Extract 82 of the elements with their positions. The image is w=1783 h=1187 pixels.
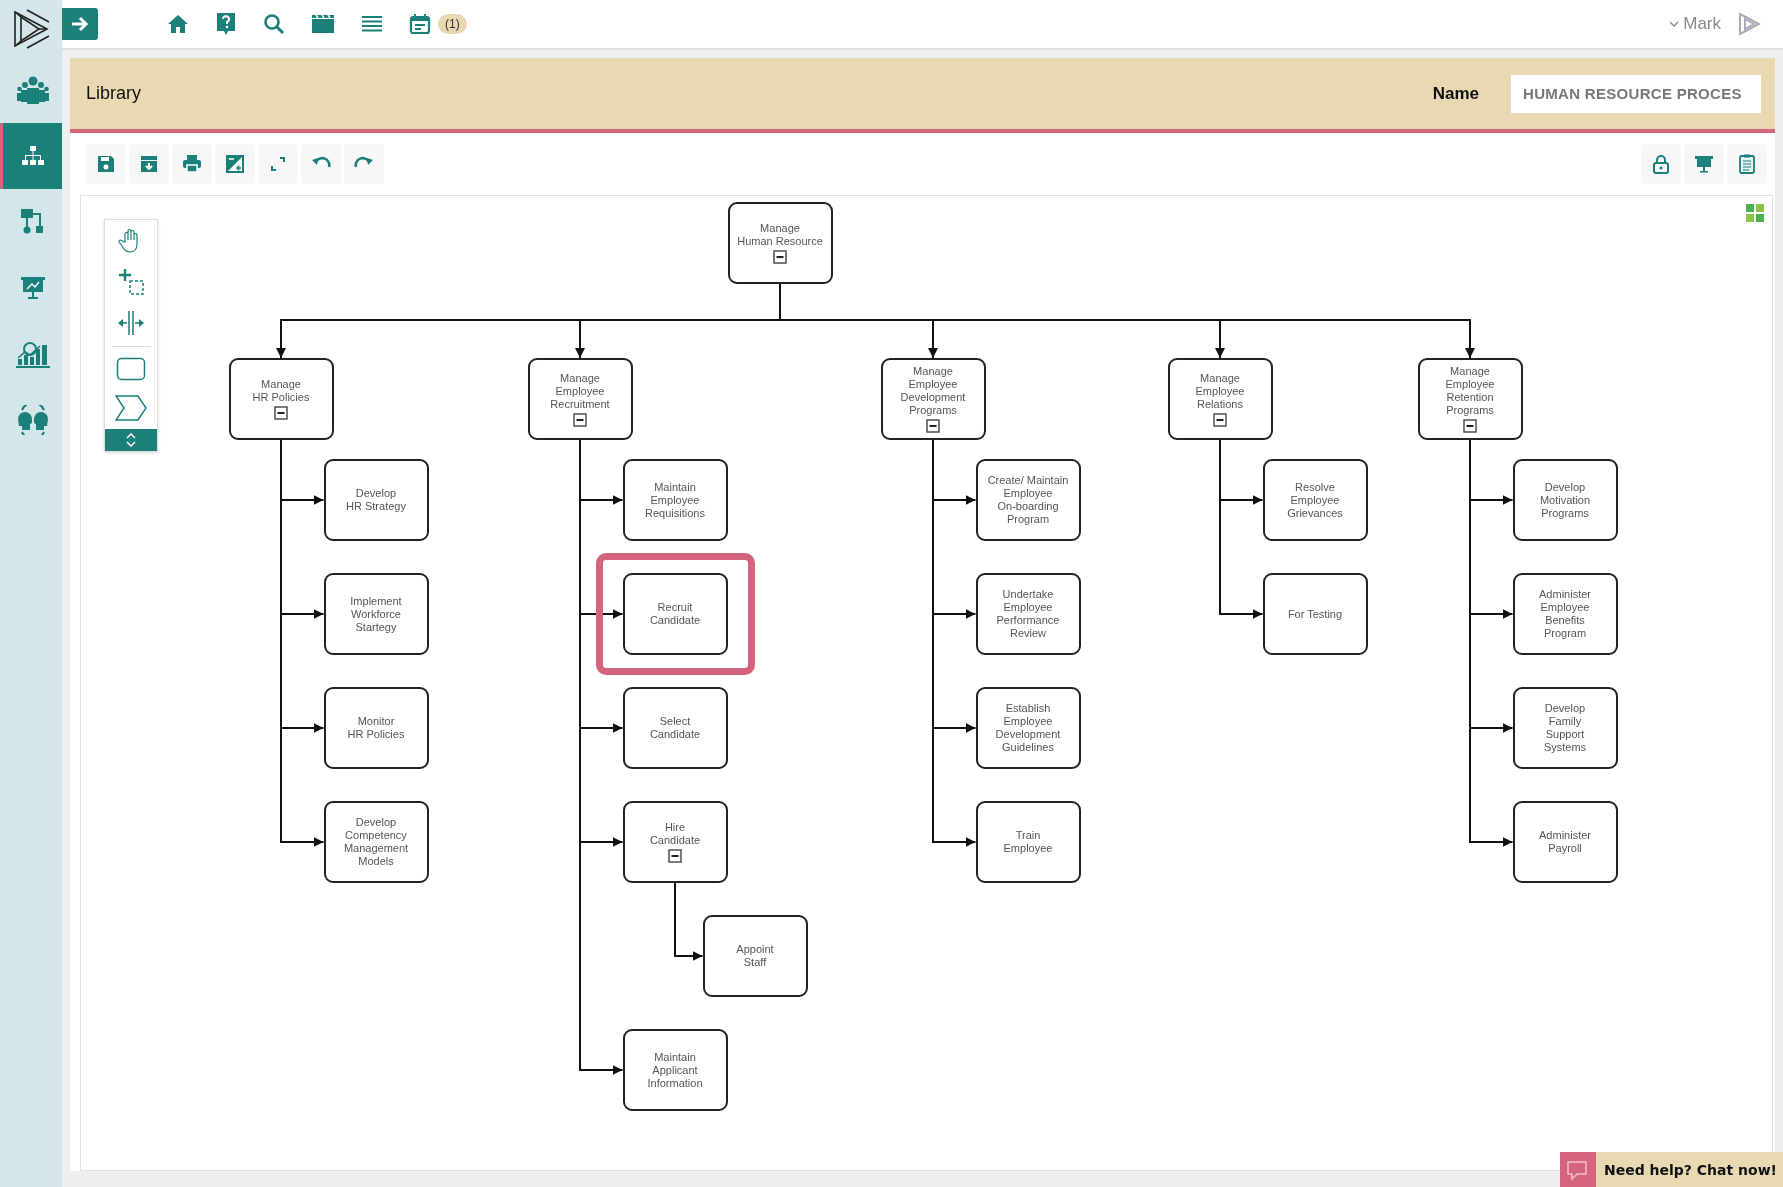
flowchart-icon[interactable] xyxy=(20,209,45,235)
node-label: Implement Workforce Startegy xyxy=(350,594,402,634)
present-button[interactable] xyxy=(1684,144,1724,184)
arrow-right-icon xyxy=(71,16,89,32)
go-button[interactable] xyxy=(62,8,98,40)
name-field[interactable]: HUMAN RESOURCE PROCES xyxy=(1511,74,1761,113)
node-label: Develop Family Support Systems xyxy=(1543,702,1587,754)
expand-icon xyxy=(268,154,288,174)
node-label: Manage Employee Retention Programs xyxy=(1445,365,1495,417)
node-label: Manage HR Policies xyxy=(252,378,310,404)
contrast-button[interactable] xyxy=(215,144,255,184)
home-icon xyxy=(167,14,189,34)
archive-icon xyxy=(139,154,159,174)
notification-badge: (1) xyxy=(438,14,467,34)
node-label: Hire Candidate xyxy=(649,821,701,847)
user-menu[interactable]: Mark xyxy=(1663,13,1727,35)
heads-icon[interactable] xyxy=(15,405,50,435)
rectangle-shape-icon[interactable] xyxy=(116,357,146,381)
presentation-icon[interactable] xyxy=(20,277,45,299)
node-label: Create/ Maintain Employee On-boarding Program xyxy=(987,474,1069,526)
node-label: Manage Employee Development Programs xyxy=(900,365,966,417)
caret-icon xyxy=(1669,20,1680,28)
node-label: Develop Motivation Programs xyxy=(1539,480,1591,520)
name-label: Name xyxy=(1432,83,1479,104)
list-icon xyxy=(361,15,383,33)
node-label: Develop HR Strategy xyxy=(346,487,406,513)
node-label: Manage Employee Relations xyxy=(1195,371,1245,411)
page-title: Library xyxy=(86,83,142,104)
clipboard-icon xyxy=(1737,154,1757,174)
node-label: Establish Employee Development Guidelines xyxy=(995,702,1061,754)
node-label: Monitor HR Policies xyxy=(347,715,405,741)
collapse-icon[interactable] xyxy=(274,406,288,420)
calendar-icon xyxy=(409,13,431,35)
node-label: Develop Competency Management Models xyxy=(343,816,409,868)
presentation-icon xyxy=(1694,154,1714,174)
node-label: Manage Employee Recruitment xyxy=(550,371,610,411)
logo-icon xyxy=(11,7,51,50)
help-icon xyxy=(215,12,237,36)
print-icon xyxy=(182,154,202,174)
collapse-icon[interactable] xyxy=(668,849,682,863)
node-label: Train Employee xyxy=(1003,829,1053,855)
chat-button[interactable]: Need help? Chat now! xyxy=(1559,1152,1783,1187)
split-icon[interactable] xyxy=(117,310,145,336)
node-label: Select Candidate xyxy=(649,715,701,741)
lock-button[interactable] xyxy=(1641,144,1681,184)
org-chart-icon[interactable] xyxy=(21,146,44,166)
node-label: Resolve Employee Grievances xyxy=(1287,480,1343,520)
contrast-edit-icon xyxy=(225,154,245,174)
notes-button[interactable] xyxy=(1727,144,1767,184)
node-label: For Testing xyxy=(1287,607,1343,621)
collapse-icon[interactable] xyxy=(773,250,787,264)
grid-icon[interactable] xyxy=(1746,204,1764,222)
sidebar-item[interactable] xyxy=(0,123,62,189)
node-label: Appoint Staff xyxy=(736,943,774,969)
collapse-icon[interactable] xyxy=(573,412,587,427)
node-label: Maintain Applicant Information xyxy=(647,1050,703,1090)
node-label: Administer Employee Benefits Program xyxy=(1539,588,1591,640)
undo-button[interactable] xyxy=(301,144,341,184)
lock-icon xyxy=(1651,154,1671,174)
chart-icon[interactable] xyxy=(15,340,50,368)
user-logo-icon[interactable] xyxy=(1737,12,1761,36)
up-down-icon xyxy=(126,432,136,448)
collapse-icon[interactable] xyxy=(1463,419,1477,433)
scroll-palette-button[interactable] xyxy=(105,429,157,451)
search-icon xyxy=(263,13,285,35)
node-label: Manage Human Resource xyxy=(737,222,823,248)
select-area-icon[interactable] xyxy=(117,268,145,296)
redo-button[interactable] xyxy=(344,144,384,184)
print-button[interactable] xyxy=(172,144,212,184)
collapse-icon[interactable] xyxy=(926,419,940,433)
save-icon xyxy=(96,154,116,174)
node-label: Maintain Employee Requisitions xyxy=(645,480,705,520)
clapperboard-icon xyxy=(311,14,335,34)
people-group-icon[interactable] xyxy=(15,76,50,104)
archive-button[interactable] xyxy=(129,144,169,184)
chat-icon xyxy=(1559,1152,1596,1187)
collapse-icon[interactable] xyxy=(1213,412,1227,427)
node-label: Administer Payroll xyxy=(1539,829,1591,855)
save-button[interactable] xyxy=(86,144,126,184)
node-label: Recruit Candidate xyxy=(649,601,701,627)
node-label: Undertake Employee Performance Review xyxy=(996,588,1060,640)
chevron-shape-icon[interactable] xyxy=(115,395,147,421)
